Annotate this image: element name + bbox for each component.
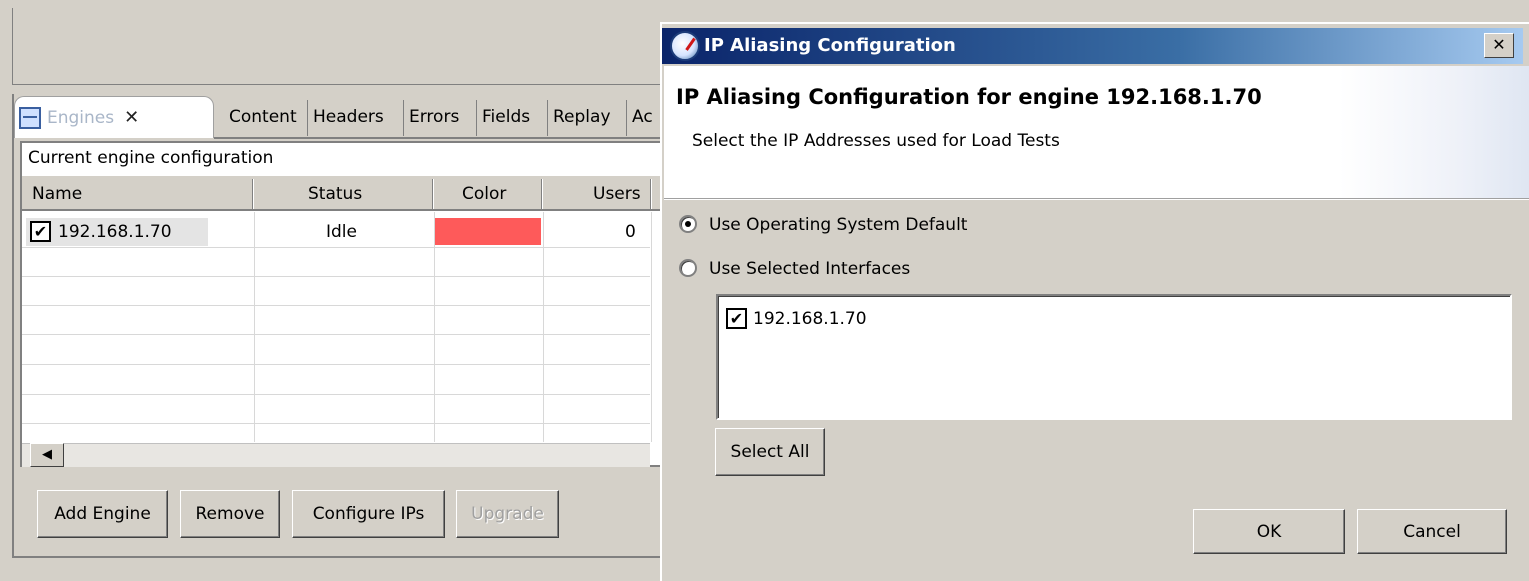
engine-name: 192.168.1.70 xyxy=(58,222,172,242)
column-header-name[interactable]: Name xyxy=(32,180,82,208)
engines-icon xyxy=(19,106,41,129)
tab-engines[interactable]: Engines ✕ xyxy=(14,96,214,138)
tab-separator xyxy=(307,100,308,136)
grid-line xyxy=(22,394,650,395)
top-panel xyxy=(12,8,672,85)
tab-engines-label: Engines xyxy=(47,107,115,128)
cancel-button[interactable]: Cancel xyxy=(1357,509,1507,554)
tab-replay[interactable]: Replay xyxy=(553,104,611,130)
upgrade-button: Upgrade xyxy=(456,490,559,538)
column-separator[interactable] xyxy=(432,179,434,209)
gauge-icon xyxy=(670,31,700,61)
engine-checkbox[interactable]: ✔ xyxy=(30,221,51,242)
ok-button[interactable]: OK xyxy=(1193,509,1345,554)
dialog-heading: IP Aliasing Configuration for engine 192… xyxy=(676,85,1262,109)
select-all-button[interactable]: Select All xyxy=(715,428,825,476)
divider xyxy=(664,198,1529,200)
close-icon[interactable]: ✕ xyxy=(1484,33,1514,58)
section-label: Current engine configuration xyxy=(28,148,274,168)
tab-underline xyxy=(214,137,664,139)
radio-os-default[interactable] xyxy=(679,215,697,233)
tab-headers[interactable]: Headers xyxy=(313,104,384,130)
radio-os-default-label[interactable]: Use Operating System Default xyxy=(709,212,967,238)
horizontal-scrollbar[interactable] xyxy=(22,443,650,467)
interface-checkbox[interactable]: ✔ xyxy=(726,308,747,329)
grid-line xyxy=(651,212,652,442)
tab-ac[interactable]: Ac xyxy=(632,104,653,130)
engine-status: Idle xyxy=(326,222,357,242)
tab-separator xyxy=(403,100,404,136)
tab-fields[interactable]: Fields xyxy=(482,104,530,130)
radio-selected-interfaces-label[interactable]: Use Selected Interfaces xyxy=(709,256,910,282)
column-separator[interactable] xyxy=(541,179,543,209)
configure-ips-button[interactable]: Configure IPs xyxy=(292,490,445,538)
close-icon[interactable]: ✕ xyxy=(124,107,139,128)
grid-line xyxy=(22,305,650,306)
grid-line xyxy=(22,276,650,277)
tab-separator xyxy=(547,100,548,136)
engine-color-swatch[interactable] xyxy=(435,218,541,245)
engine-users: 0 xyxy=(625,222,636,242)
column-header-status[interactable]: Status xyxy=(308,180,362,208)
tab-separator xyxy=(476,100,477,136)
tab-separator xyxy=(626,100,627,136)
dialog-title: IP Aliasing Configuration xyxy=(704,35,956,56)
add-engine-button[interactable]: Add Engine xyxy=(37,490,168,538)
interface-label[interactable]: 192.168.1.70 xyxy=(753,305,867,333)
grid-line xyxy=(22,247,650,248)
radio-selected-interfaces[interactable] xyxy=(679,259,697,277)
tab-errors[interactable]: Errors xyxy=(409,104,459,130)
dialog-subheading: Select the IP Addresses used for Load Te… xyxy=(692,131,1060,151)
column-separator[interactable] xyxy=(650,179,652,209)
remove-button[interactable]: Remove xyxy=(180,490,280,538)
grid-line xyxy=(22,364,650,365)
grid-line xyxy=(22,334,650,335)
column-header-users[interactable]: Users xyxy=(593,180,641,208)
tab-content[interactable]: Content xyxy=(229,104,297,130)
column-separator[interactable] xyxy=(252,179,254,209)
scroll-left-arrow-icon[interactable]: ◀ xyxy=(30,443,64,467)
column-header-color[interactable]: Color xyxy=(462,180,506,208)
grid-line xyxy=(22,423,650,424)
